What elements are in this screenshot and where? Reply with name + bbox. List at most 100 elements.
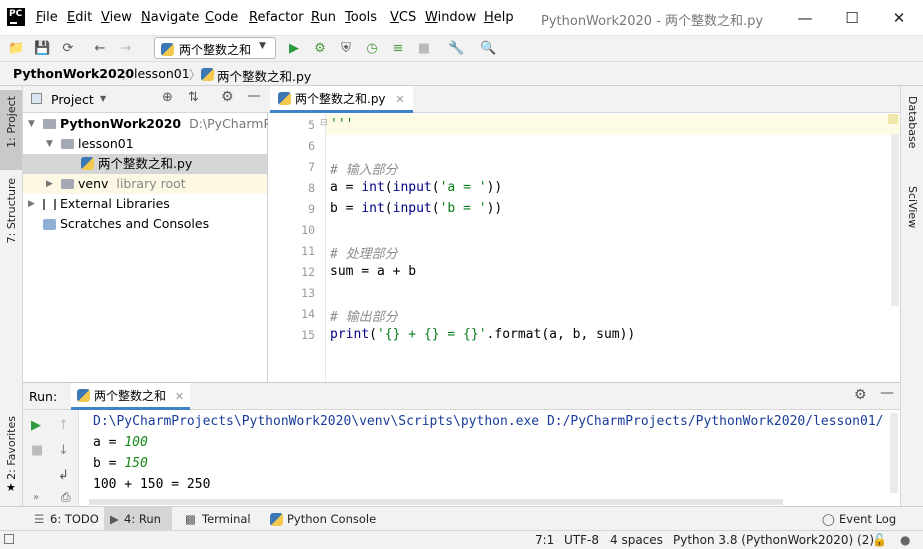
tree-item-root[interactable]: PythonWork2020 D:\PyCharmProje — [43, 114, 294, 134]
rerun-icon[interactable]: ▶ — [31, 418, 41, 433]
expand-arrow-icon[interactable]: ▼ — [28, 119, 35, 129]
save-icon[interactable]: 💾 — [34, 41, 50, 57]
menu-tools[interactable]: Tools — [345, 10, 377, 25]
sync-icon[interactable]: ⟳ — [60, 41, 76, 57]
menu-refactor[interactable]: Refactor — [249, 10, 304, 25]
forward-arrow-icon[interactable]: → — [118, 41, 134, 57]
breadcrumb: PythonWork2020 〉 lesson01 〉 两个整数之和.py — [0, 62, 923, 86]
chevron-down-icon[interactable]: ▼ — [100, 94, 106, 103]
tab-run-config[interactable]: 两个整数之和 ✕ — [71, 383, 191, 410]
close-tab-icon[interactable]: ✕ — [175, 390, 184, 403]
toggle-tool-windows-icon[interactable] — [4, 534, 14, 544]
stop-icon[interactable]: ■ — [416, 41, 432, 57]
project-panel-title[interactable]: Project — [51, 92, 94, 107]
run-panel-header: Run: 两个整数之和 ✕ ⚙ — — [23, 383, 900, 410]
code-line-12[interactable]: sum = a + b — [330, 264, 416, 279]
tab-database[interactable]: Database — [906, 96, 919, 149]
scroll-up-icon[interactable]: ↑ — [58, 418, 69, 433]
code-line-15[interactable]: print('{} + {} = {}'.format(a, b, sum)) — [330, 327, 635, 342]
run-configuration-select[interactable]: 两个整数之和 ▼ — [154, 37, 276, 59]
soft-wrap-icon[interactable]: ↲ — [58, 468, 69, 483]
more-icon[interactable]: » — [33, 492, 39, 503]
fold-icon[interactable]: ⊟ — [320, 118, 328, 128]
back-arrow-icon[interactable]: ← — [92, 41, 108, 57]
tab-terminal[interactable]: ▩ Terminal — [182, 507, 251, 531]
project-view-icon — [31, 93, 42, 104]
menu-view[interactable]: View — [101, 10, 132, 25]
line-gutter: 5 6 7 8 9 10 11 12 13 14 15 — [268, 113, 325, 382]
menu-file[interactable]: File — [36, 10, 58, 25]
project-panel-header: Project ▼ ⊕ ⇅ ⚙ — — [23, 86, 268, 113]
run-icon[interactable]: ▶ — [286, 41, 302, 57]
indent-setting[interactable]: 4 spaces — [610, 533, 663, 547]
menu-edit[interactable]: Edit — [67, 10, 92, 25]
print-icon[interactable]: ⎙ — [61, 490, 71, 505]
tab-sciview[interactable]: SciView — [906, 186, 919, 228]
code-line-11[interactable]: # 处理部分 — [330, 243, 398, 262]
stop-icon[interactable]: ■ — [31, 443, 43, 458]
python-interpreter[interactable]: Python 3.8 (PythonWork2020) (2) — [673, 533, 874, 547]
tree-item-scratches[interactable]: Scratches and Consoles — [43, 214, 209, 234]
console-h-scrollbar[interactable] — [89, 499, 783, 505]
tab-editor-file[interactable]: 两个整数之和.py ✕ — [270, 86, 413, 113]
venv-label: venv — [78, 176, 109, 191]
minimize-icon[interactable]: — — [790, 6, 820, 30]
expand-arrow-icon[interactable]: ▼ — [46, 139, 53, 149]
menu-window[interactable]: Window — [425, 10, 476, 25]
tab-python-console[interactable]: Python Console — [267, 507, 376, 531]
code-line-8[interactable]: a = int(input('a = ')) — [330, 180, 502, 195]
tab-todo[interactable]: ☰ 6: TODO — [30, 507, 99, 531]
tab-structure[interactable]: 7: Structure — [5, 178, 18, 243]
code-line-9[interactable]: b = int(input('b = ')) — [330, 201, 502, 216]
code-line-14[interactable]: # 输出部分 — [330, 306, 398, 325]
list-icon: ☰ — [34, 512, 45, 526]
tree-item-venv[interactable]: venv library root — [61, 174, 186, 194]
code-line-7[interactable]: # 输入部分 — [330, 159, 398, 178]
profile-icon[interactable]: ◷ — [364, 41, 380, 57]
tree-item-file[interactable]: 两个整数之和.py — [81, 154, 192, 174]
left-tool-stripe: 1: Project 7: Structure 2: Favorites ★ — [0, 86, 23, 506]
editor-scrollbar[interactable] — [891, 134, 899, 306]
run-panel: Run: 两个整数之和 ✕ ⚙ — ▶ ↑ ■ ↓ ↲ » ⎙ D:\PyCha… — [23, 382, 900, 507]
console-v-scrollbar[interactable] — [890, 413, 898, 493]
concurrency-icon[interactable]: ≡ — [390, 41, 406, 57]
tab-run[interactable]: ▶ 4: Run — [104, 507, 172, 531]
hide-panel-icon[interactable]: — — [880, 385, 894, 401]
breadcrumb-project[interactable]: PythonWork2020 — [13, 66, 134, 81]
caret-position[interactable]: 7:1 — [535, 533, 554, 547]
collapse-arrow-icon[interactable]: ▶ — [28, 199, 35, 209]
menu-navigate[interactable]: Navigate — [141, 10, 199, 25]
notifications-icon[interactable]: ● — [900, 533, 910, 547]
lock-icon[interactable]: 🔓 — [872, 533, 887, 547]
gear-icon[interactable]: ⚙ — [854, 387, 867, 403]
wrench-icon[interactable]: 🔧 — [448, 41, 464, 57]
menu-vcs[interactable]: VCS — [390, 10, 416, 25]
open-folder-icon[interactable]: 📁 — [8, 41, 24, 57]
tab-favorites[interactable]: 2: Favorites — [5, 416, 18, 480]
locate-icon[interactable]: ⊕ — [162, 90, 173, 105]
coverage-icon[interactable]: ⛨ — [338, 41, 354, 57]
menu-code[interactable]: Code — [205, 10, 238, 25]
collapse-all-icon[interactable]: ⇅ — [188, 90, 199, 105]
hide-panel-icon[interactable]: — — [247, 88, 261, 104]
tab-event-log[interactable]: ◯ Event Log — [819, 507, 896, 531]
tab-project[interactable]: 1: Project — [5, 96, 18, 148]
close-tab-icon[interactable]: ✕ — [395, 93, 404, 106]
collapse-arrow-icon[interactable]: ▶ — [46, 179, 53, 189]
breadcrumb-separator: 〉 — [189, 68, 202, 82]
close-icon[interactable]: ✕ — [884, 6, 914, 30]
file-encoding[interactable]: UTF-8 — [564, 533, 599, 547]
menu-run[interactable]: Run — [311, 10, 336, 25]
breadcrumb-folder[interactable]: lesson01 — [134, 66, 190, 81]
tree-item-lesson[interactable]: lesson01 — [61, 134, 134, 154]
tree-item-external-libraries[interactable]: External Libraries — [43, 194, 170, 214]
scroll-down-icon[interactable]: ↓ — [58, 443, 69, 458]
debug-icon[interactable]: ⚙ — [312, 41, 328, 57]
menu-help[interactable]: Help — [484, 10, 514, 25]
maximize-icon[interactable]: ☐ — [837, 6, 867, 30]
gear-icon[interactable]: ⚙ — [221, 89, 234, 105]
python-file-icon — [201, 68, 214, 81]
code-line-5[interactable]: ''' — [330, 117, 353, 132]
search-icon[interactable]: 🔍 — [480, 41, 496, 57]
breadcrumb-file[interactable]: 两个整数之和.py — [217, 66, 311, 85]
